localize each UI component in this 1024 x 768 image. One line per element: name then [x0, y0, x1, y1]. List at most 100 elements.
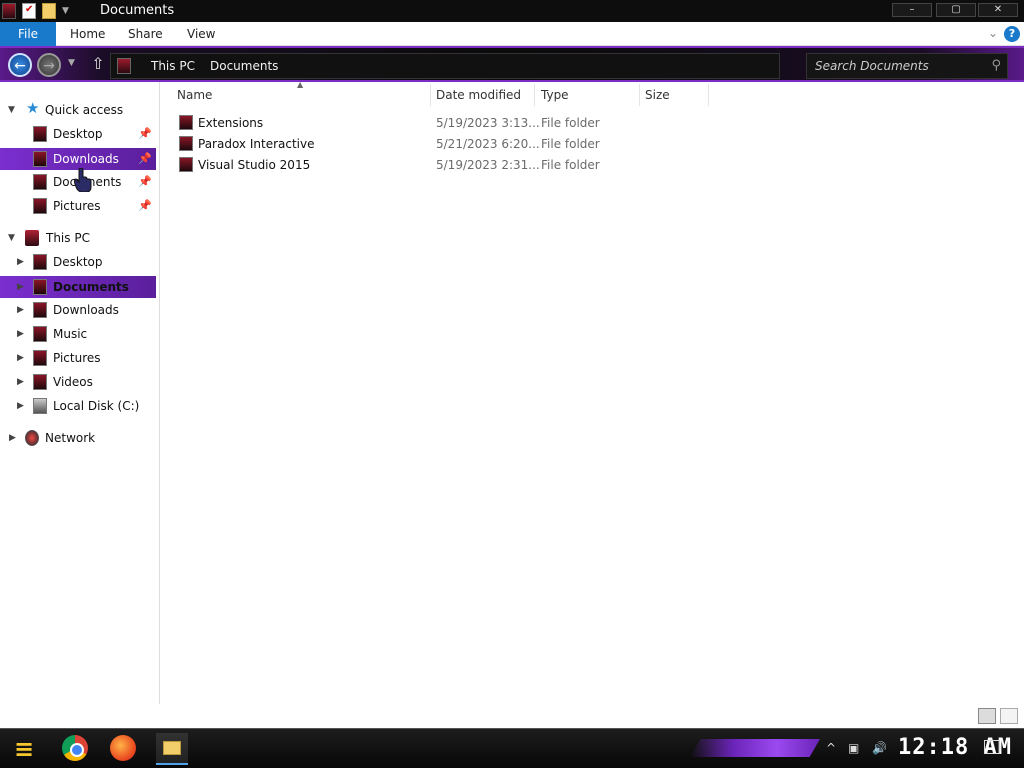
pictures-icon	[33, 350, 47, 366]
column-name[interactable]: Name	[171, 84, 431, 106]
nav-label: Downloads	[53, 303, 119, 317]
address-bar-strip: ← → ▼ ⇧ This PC Documents Search Documen…	[0, 46, 1024, 82]
properties-icon[interactable]	[22, 3, 36, 19]
column-size[interactable]: Size	[639, 84, 709, 106]
hand-cursor-icon	[74, 168, 92, 192]
minimize-button[interactable]: –	[892, 3, 932, 17]
nav-network[interactable]: ▶ Network	[0, 427, 156, 449]
breadcrumb-documents[interactable]: Documents	[210, 59, 278, 73]
videos-icon	[33, 374, 47, 390]
nav-label: This PC	[46, 231, 90, 245]
large-icons-view-icon[interactable]	[1000, 708, 1018, 724]
tab-view[interactable]: View	[187, 22, 215, 46]
details-view-icon[interactable]	[978, 708, 996, 724]
desktop-icon	[33, 126, 47, 142]
documents-icon	[33, 174, 47, 190]
folder-icon	[179, 136, 193, 151]
nav-pc-music[interactable]: ▶ Music	[0, 323, 156, 345]
help-icon[interactable]: ?	[1004, 26, 1020, 42]
column-type[interactable]: Type	[535, 84, 640, 106]
computer-icon	[25, 230, 39, 246]
nav-pc-pictures[interactable]: ▶ Pictures	[0, 347, 156, 369]
collapse-arrow-icon[interactable]: ▶	[17, 323, 24, 345]
desktop-icon	[33, 254, 47, 270]
pictures-icon	[33, 198, 47, 214]
collapse-arrow-icon[interactable]: ▶	[17, 251, 24, 273]
tab-home[interactable]: Home	[70, 22, 105, 46]
firefox-icon[interactable]	[110, 735, 136, 761]
nav-qa-desktop[interactable]: Desktop 📌	[0, 123, 156, 145]
pin-icon: 📌	[138, 152, 152, 165]
back-button[interactable]: ←	[8, 53, 32, 77]
collapse-arrow-icon[interactable]: ▶	[9, 427, 16, 449]
nav-qa-pictures[interactable]: Pictures 📌	[0, 195, 156, 217]
taskbar: ≡ ^ ▣ 🔊 12:18 AM	[0, 728, 1024, 768]
network-status-icon[interactable]: ▣	[848, 741, 859, 755]
tab-share[interactable]: Share	[128, 22, 163, 46]
start-button[interactable]: ≡	[6, 733, 42, 765]
nav-label: Documents	[53, 280, 129, 294]
downloads-icon	[33, 302, 47, 318]
nav-pc-desktop[interactable]: ▶ Desktop	[0, 251, 156, 273]
column-date-modified[interactable]: Date modified	[430, 84, 535, 106]
search-input[interactable]: Search Documents	[815, 59, 929, 73]
expand-arrow-icon[interactable]: ▼	[8, 99, 15, 121]
chevron-down-icon[interactable]: ⌄	[988, 26, 998, 40]
network-icon	[25, 430, 39, 446]
file-row[interactable]: Extensions 5/19/2023 3:13... File folder	[173, 113, 773, 133]
recent-locations-icon[interactable]: ▼	[68, 58, 75, 68]
nav-pc-local-disk[interactable]: ▶ Local Disk (C:)	[0, 395, 156, 417]
file-date: 5/19/2023 3:13...	[436, 116, 540, 130]
folder-icon	[179, 115, 193, 130]
file-explorer-icon[interactable]	[156, 733, 188, 765]
folder-icon	[163, 741, 181, 755]
address-bar[interactable]: This PC Documents	[110, 53, 780, 79]
breadcrumb-this-pc[interactable]: This PC	[151, 59, 195, 73]
nav-label: Videos	[53, 375, 93, 389]
pin-icon: 📌	[138, 175, 152, 188]
file-type: File folder	[541, 116, 600, 130]
tab-file[interactable]: File	[0, 22, 56, 46]
music-icon	[33, 326, 47, 342]
file-name: Visual Studio 2015	[198, 158, 311, 172]
quick-access-toolbar: ▼	[2, 2, 69, 20]
nav-pc-downloads[interactable]: ▶ Downloads	[0, 299, 156, 321]
expand-arrow-icon[interactable]: ▼	[8, 227, 15, 249]
collapse-arrow-icon[interactable]: ▶	[17, 395, 24, 417]
nav-label: Network	[45, 431, 96, 445]
close-button[interactable]: ✕	[978, 3, 1018, 17]
nav-label: Quick access	[45, 103, 124, 117]
drive-icon	[33, 398, 47, 414]
new-folder-icon[interactable]	[42, 3, 56, 19]
maximize-button[interactable]: ▢	[936, 3, 976, 17]
pin-icon: 📌	[138, 127, 152, 140]
file-name: Extensions	[198, 116, 264, 130]
collapse-arrow-icon[interactable]: ▶	[17, 371, 24, 393]
file-date: 5/21/2023 6:20...	[436, 137, 540, 151]
file-name: Paradox Interactive	[198, 137, 315, 151]
file-row[interactable]: Paradox Interactive 5/21/2023 6:20... Fi…	[173, 134, 773, 154]
folder-icon	[2, 3, 16, 19]
chrome-icon[interactable]	[62, 735, 88, 761]
nav-pc-videos[interactable]: ▶ Videos	[0, 371, 156, 393]
customize-toolbar-icon[interactable]: ▼	[62, 6, 69, 16]
forward-button[interactable]: →	[37, 53, 61, 77]
nav-pc-documents[interactable]: ▶ Documents	[0, 276, 156, 298]
nav-quick-access[interactable]: ▼ ★ Quick access	[0, 99, 156, 121]
folder-icon	[179, 157, 193, 172]
file-row[interactable]: Visual Studio 2015 5/19/2023 2:31... Fil…	[173, 155, 773, 175]
volume-icon[interactable]: 🔊	[872, 741, 887, 755]
collapse-arrow-icon[interactable]: ▶	[17, 299, 24, 321]
nav-qa-downloads[interactable]: Downloads 📌	[0, 148, 156, 170]
collapse-arrow-icon[interactable]: ▶	[17, 347, 24, 369]
nav-this-pc[interactable]: ▼ This PC	[0, 227, 156, 249]
show-hidden-icons-icon[interactable]: ^	[826, 741, 836, 755]
nav-label: Desktop	[53, 127, 103, 141]
notifications-icon[interactable]	[984, 740, 1000, 754]
search-box[interactable]: Search Documents ⚲	[806, 53, 1008, 79]
up-button[interactable]: ⇧	[86, 53, 110, 77]
collapse-arrow-icon[interactable]: ▶	[17, 276, 24, 298]
ribbon: File Home Share View ⌄ ?	[0, 22, 1024, 46]
file-list: ▲ Name Date modified Type Size Extension…	[161, 80, 1024, 704]
file-type: File folder	[541, 137, 600, 151]
